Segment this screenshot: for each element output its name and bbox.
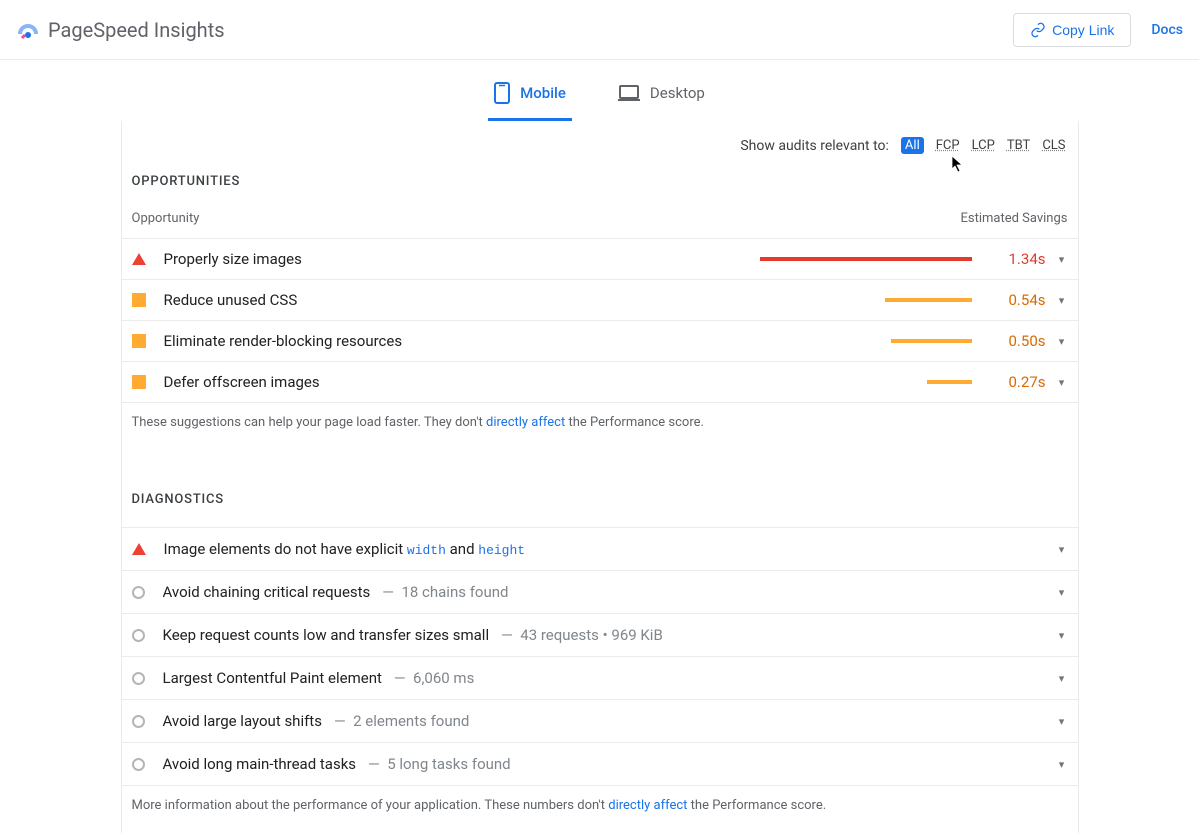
- filter-fcp[interactable]: FCP: [936, 138, 960, 153]
- audit-filter-row: Show audits relevant to: All FCP LCP TBT…: [122, 121, 1078, 164]
- diagnostic-title: Largest Contentful Paint element: [163, 669, 382, 687]
- directly-affect-link-2[interactable]: directly affect: [608, 798, 687, 813]
- severity-circle-icon: [132, 758, 145, 771]
- desktop-icon: [618, 85, 640, 101]
- directly-affect-link[interactable]: directly affect: [486, 415, 565, 430]
- tab-desktop[interactable]: Desktop: [612, 74, 711, 121]
- tab-mobile[interactable]: Mobile: [488, 74, 572, 121]
- chevron-down-icon: ▾: [1056, 629, 1068, 642]
- diagnostic-title: Keep request counts low and transfer siz…: [163, 626, 490, 644]
- device-tabs: Mobile Desktop: [0, 60, 1199, 121]
- opportunity-title: Defer offscreen images: [164, 373, 320, 391]
- diagnostic-title: Avoid large layout shifts: [163, 712, 322, 730]
- chevron-down-icon: ▾: [1056, 376, 1068, 389]
- col-savings: Estimated Savings: [960, 211, 1067, 226]
- link-icon: [1030, 22, 1046, 38]
- savings-value: 0.27s: [992, 373, 1046, 391]
- savings-value: 0.54s: [992, 291, 1046, 309]
- opportunities-heading: OPPORTUNITIES: [122, 174, 1078, 195]
- diagnostic-detail: — 43 requests • 969 KiB: [501, 626, 663, 644]
- opportunities-footnote: These suggestions can help your page loa…: [122, 403, 1078, 450]
- severity-square-icon: [132, 334, 146, 348]
- diagnostic-title: Avoid chaining critical requests: [163, 583, 371, 601]
- filter-all[interactable]: All: [901, 137, 924, 154]
- diagnostics-footnote: More information about the performance o…: [122, 786, 1078, 833]
- filter-tbt[interactable]: TBT: [1007, 138, 1030, 153]
- opportunity-title: Properly size images: [164, 250, 302, 268]
- brand[interactable]: PageSpeed Insights: [16, 18, 225, 42]
- mobile-icon: [494, 82, 510, 104]
- savings-bar: [760, 339, 972, 343]
- diagnostics-list: Image elements do not have explicit widt…: [122, 527, 1078, 786]
- chevron-down-icon: ▾: [1056, 253, 1068, 266]
- app-header: PageSpeed Insights Copy Link Docs: [0, 0, 1199, 60]
- main-content: Show audits relevant to: All FCP LCP TBT…: [121, 121, 1079, 833]
- severity-circle-icon: [132, 672, 145, 685]
- savings-value: 0.50s: [992, 332, 1046, 350]
- col-opportunity: Opportunity: [132, 211, 200, 226]
- copy-link-button[interactable]: Copy Link: [1013, 13, 1131, 47]
- tab-desktop-label: Desktop: [650, 84, 705, 102]
- savings-value: 1.34s: [992, 250, 1046, 268]
- severity-triangle-icon: [132, 253, 146, 265]
- tab-mobile-label: Mobile: [520, 84, 566, 102]
- chevron-down-icon: ▾: [1056, 294, 1068, 307]
- severity-triangle-icon: [132, 543, 146, 555]
- diagnostic-title: Image elements do not have explicit widt…: [164, 540, 526, 558]
- opportunity-row[interactable]: Eliminate render-blocking resources 0.50s…: [122, 320, 1078, 361]
- opportunities-list: Properly size images1.34s▾Reduce unused …: [122, 238, 1078, 403]
- filter-cls[interactable]: CLS: [1042, 138, 1065, 153]
- diagnostic-row[interactable]: Avoid chaining critical requests — 18 cha…: [122, 570, 1078, 613]
- chevron-down-icon: ▾: [1056, 758, 1068, 771]
- chevron-down-icon: ▾: [1056, 586, 1068, 599]
- diagnostic-detail: — 5 long tasks found: [368, 755, 511, 773]
- opportunity-row[interactable]: Properly size images 1.34s ▾: [122, 238, 1078, 279]
- savings-bar: [760, 257, 972, 261]
- brand-logo-icon: [16, 18, 40, 42]
- opportunity-row[interactable]: Reduce unused CSS 0.54s ▾: [122, 279, 1078, 320]
- chevron-down-icon: ▾: [1056, 543, 1068, 556]
- diagnostic-detail: — 18 chains found: [382, 583, 508, 601]
- severity-circle-icon: [132, 586, 145, 599]
- opportunity-row[interactable]: Defer offscreen images 0.27s ▾: [122, 361, 1078, 403]
- chevron-down-icon: ▾: [1056, 715, 1068, 728]
- severity-square-icon: [132, 293, 146, 307]
- severity-circle-icon: [132, 629, 145, 642]
- docs-link[interactable]: Docs: [1151, 22, 1183, 38]
- filter-label: Show audits relevant to:: [740, 138, 889, 154]
- savings-bar: [760, 298, 972, 302]
- severity-square-icon: [132, 375, 146, 389]
- filter-lcp[interactable]: LCP: [972, 138, 995, 153]
- diagnostic-row[interactable]: Largest Contentful Paint element — 6,060 …: [122, 656, 1078, 699]
- diagnostics-heading: DIAGNOSTICS: [122, 492, 1078, 513]
- mouse-cursor-icon: [951, 155, 965, 173]
- chevron-down-icon: ▾: [1056, 335, 1068, 348]
- header-actions: Copy Link Docs: [1013, 13, 1183, 47]
- diagnostic-row[interactable]: Keep request counts low and transfer siz…: [122, 613, 1078, 656]
- savings-bar: [760, 380, 972, 384]
- diagnostic-row[interactable]: Avoid large layout shifts — 2 elements fo…: [122, 699, 1078, 742]
- opportunity-title: Reduce unused CSS: [164, 291, 298, 309]
- opportunity-title: Eliminate render-blocking resources: [164, 332, 403, 350]
- chevron-down-icon: ▾: [1056, 672, 1068, 685]
- opportunities-table-head: Opportunity Estimated Savings: [122, 195, 1078, 238]
- diagnostic-row[interactable]: Image elements do not have explicit widt…: [122, 527, 1078, 570]
- diagnostic-title: Avoid long main-thread tasks: [163, 755, 357, 773]
- copy-link-label: Copy Link: [1052, 22, 1114, 38]
- diagnostic-detail: — 6,060 ms: [394, 669, 474, 687]
- brand-title: PageSpeed Insights: [48, 18, 225, 42]
- severity-circle-icon: [132, 715, 145, 728]
- diagnostic-detail: — 2 elements found: [334, 712, 469, 730]
- diagnostic-row[interactable]: Avoid long main-thread tasks — 5 long tas…: [122, 742, 1078, 786]
